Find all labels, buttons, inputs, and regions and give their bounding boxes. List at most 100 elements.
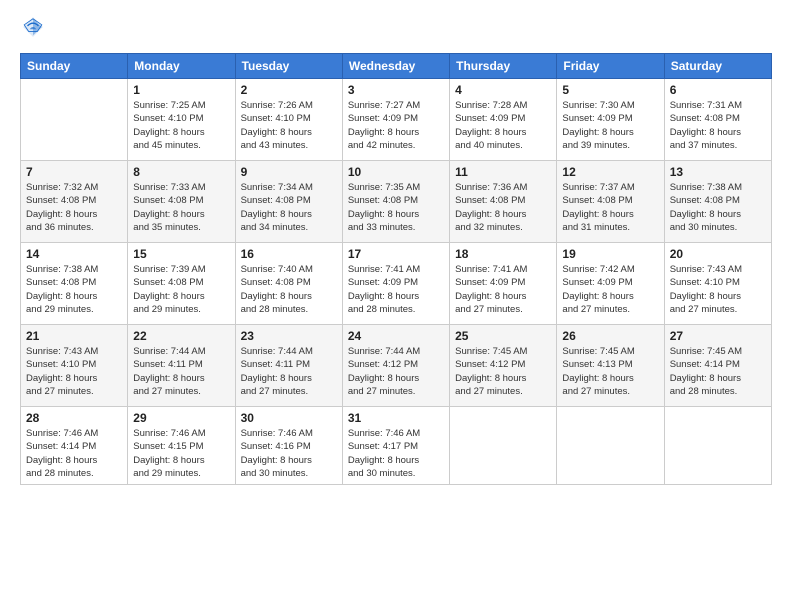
column-header-friday: Friday — [557, 54, 664, 79]
day-info: Sunrise: 7:32 AM Sunset: 4:08 PM Dayligh… — [26, 181, 122, 234]
calendar-cell: 7 Sunrise: 7:32 AM Sunset: 4:08 PM Daylig… — [21, 161, 128, 243]
calendar-cell — [21, 79, 128, 161]
day-info: Sunrise: 7:45 AM Sunset: 4:12 PM Dayligh… — [455, 345, 551, 398]
day-number: 1 — [133, 83, 229, 97]
day-info: Sunrise: 7:27 AM Sunset: 4:09 PM Dayligh… — [348, 99, 444, 152]
day-number: 7 — [26, 165, 122, 179]
calendar-cell: 27 Sunrise: 7:45 AM Sunset: 4:14 PM Dayli… — [664, 325, 771, 407]
day-number: 24 — [348, 329, 444, 343]
day-info: Sunrise: 7:33 AM Sunset: 4:08 PM Dayligh… — [133, 181, 229, 234]
day-info: Sunrise: 7:40 AM Sunset: 4:08 PM Dayligh… — [241, 263, 337, 316]
day-number: 26 — [562, 329, 658, 343]
day-info: Sunrise: 7:31 AM Sunset: 4:08 PM Dayligh… — [670, 99, 766, 152]
calendar-cell: 9 Sunrise: 7:34 AM Sunset: 4:08 PM Daylig… — [235, 161, 342, 243]
calendar-cell: 10 Sunrise: 7:35 AM Sunset: 4:08 PM Dayli… — [342, 161, 449, 243]
day-info: Sunrise: 7:43 AM Sunset: 4:10 PM Dayligh… — [670, 263, 766, 316]
day-number: 22 — [133, 329, 229, 343]
calendar-cell: 31 Sunrise: 7:46 AM Sunset: 4:17 PM Dayli… — [342, 407, 449, 485]
day-number: 15 — [133, 247, 229, 261]
calendar-cell: 6 Sunrise: 7:31 AM Sunset: 4:08 PM Daylig… — [664, 79, 771, 161]
page-header — [20, 16, 772, 43]
calendar-cell: 13 Sunrise: 7:38 AM Sunset: 4:08 PM Dayli… — [664, 161, 771, 243]
day-number: 11 — [455, 165, 551, 179]
day-number: 28 — [26, 411, 122, 425]
column-header-wednesday: Wednesday — [342, 54, 449, 79]
day-info: Sunrise: 7:39 AM Sunset: 4:08 PM Dayligh… — [133, 263, 229, 316]
calendar-cell: 22 Sunrise: 7:44 AM Sunset: 4:11 PM Dayli… — [128, 325, 235, 407]
day-info: Sunrise: 7:44 AM Sunset: 4:11 PM Dayligh… — [241, 345, 337, 398]
calendar-cell: 3 Sunrise: 7:27 AM Sunset: 4:09 PM Daylig… — [342, 79, 449, 161]
day-number: 13 — [670, 165, 766, 179]
day-info: Sunrise: 7:38 AM Sunset: 4:08 PM Dayligh… — [26, 263, 122, 316]
day-number: 6 — [670, 83, 766, 97]
calendar-cell: 28 Sunrise: 7:46 AM Sunset: 4:14 PM Dayli… — [21, 407, 128, 485]
day-number: 19 — [562, 247, 658, 261]
day-info: Sunrise: 7:35 AM Sunset: 4:08 PM Dayligh… — [348, 181, 444, 234]
calendar-table: SundayMondayTuesdayWednesdayThursdayFrid… — [20, 53, 772, 485]
logo-icon — [22, 16, 44, 38]
day-info: Sunrise: 7:30 AM Sunset: 4:09 PM Dayligh… — [562, 99, 658, 152]
calendar-cell: 17 Sunrise: 7:41 AM Sunset: 4:09 PM Dayli… — [342, 243, 449, 325]
day-info: Sunrise: 7:43 AM Sunset: 4:10 PM Dayligh… — [26, 345, 122, 398]
day-info: Sunrise: 7:46 AM Sunset: 4:17 PM Dayligh… — [348, 427, 444, 480]
day-number: 10 — [348, 165, 444, 179]
day-number: 2 — [241, 83, 337, 97]
day-number: 5 — [562, 83, 658, 97]
day-number: 25 — [455, 329, 551, 343]
day-info: Sunrise: 7:36 AM Sunset: 4:08 PM Dayligh… — [455, 181, 551, 234]
day-number: 9 — [241, 165, 337, 179]
calendar-cell: 26 Sunrise: 7:45 AM Sunset: 4:13 PM Dayli… — [557, 325, 664, 407]
column-header-tuesday: Tuesday — [235, 54, 342, 79]
day-number: 18 — [455, 247, 551, 261]
day-number: 23 — [241, 329, 337, 343]
calendar-cell: 14 Sunrise: 7:38 AM Sunset: 4:08 PM Dayli… — [21, 243, 128, 325]
calendar-cell: 8 Sunrise: 7:33 AM Sunset: 4:08 PM Daylig… — [128, 161, 235, 243]
calendar-cell: 23 Sunrise: 7:44 AM Sunset: 4:11 PM Dayli… — [235, 325, 342, 407]
day-number: 29 — [133, 411, 229, 425]
calendar-cell: 2 Sunrise: 7:26 AM Sunset: 4:10 PM Daylig… — [235, 79, 342, 161]
day-info: Sunrise: 7:28 AM Sunset: 4:09 PM Dayligh… — [455, 99, 551, 152]
day-info: Sunrise: 7:42 AM Sunset: 4:09 PM Dayligh… — [562, 263, 658, 316]
calendar-cell: 16 Sunrise: 7:40 AM Sunset: 4:08 PM Dayli… — [235, 243, 342, 325]
day-number: 8 — [133, 165, 229, 179]
day-number: 31 — [348, 411, 444, 425]
calendar-cell: 15 Sunrise: 7:39 AM Sunset: 4:08 PM Dayli… — [128, 243, 235, 325]
calendar-cell: 4Sunrise: 7:28 AM Sunset: 4:09 PM Daylig… — [450, 79, 557, 161]
calendar-cell: 18 Sunrise: 7:41 AM Sunset: 4:09 PM Dayli… — [450, 243, 557, 325]
day-info: Sunrise: 7:37 AM Sunset: 4:08 PM Dayligh… — [562, 181, 658, 234]
column-header-monday: Monday — [128, 54, 235, 79]
day-info: Sunrise: 7:44 AM Sunset: 4:12 PM Dayligh… — [348, 345, 444, 398]
day-number: 3 — [348, 83, 444, 97]
column-header-thursday: Thursday — [450, 54, 557, 79]
day-number: 20 — [670, 247, 766, 261]
column-header-saturday: Saturday — [664, 54, 771, 79]
day-number: 27 — [670, 329, 766, 343]
day-number: 17 — [348, 247, 444, 261]
day-info: Sunrise: 7:41 AM Sunset: 4:09 PM Dayligh… — [455, 263, 551, 316]
day-info: Sunrise: 7:44 AM Sunset: 4:11 PM Dayligh… — [133, 345, 229, 398]
day-info: Sunrise: 7:46 AM Sunset: 4:15 PM Dayligh… — [133, 427, 229, 480]
column-header-sunday: Sunday — [21, 54, 128, 79]
calendar-cell: 5 Sunrise: 7:30 AM Sunset: 4:09 PM Daylig… — [557, 79, 664, 161]
calendar-cell: 21 Sunrise: 7:43 AM Sunset: 4:10 PM Dayli… — [21, 325, 128, 407]
day-info: Sunrise: 7:38 AM Sunset: 4:08 PM Dayligh… — [670, 181, 766, 234]
day-number: 21 — [26, 329, 122, 343]
logo — [20, 16, 44, 43]
calendar-cell — [664, 407, 771, 485]
day-number: 16 — [241, 247, 337, 261]
day-number: 14 — [26, 247, 122, 261]
day-info: Sunrise: 7:26 AM Sunset: 4:10 PM Dayligh… — [241, 99, 337, 152]
calendar-cell: 12Sunrise: 7:37 AM Sunset: 4:08 PM Dayli… — [557, 161, 664, 243]
day-info: Sunrise: 7:46 AM Sunset: 4:14 PM Dayligh… — [26, 427, 122, 480]
calendar-cell: 25 Sunrise: 7:45 AM Sunset: 4:12 PM Dayli… — [450, 325, 557, 407]
day-info: Sunrise: 7:45 AM Sunset: 4:13 PM Dayligh… — [562, 345, 658, 398]
calendar-cell: 1 Sunrise: 7:25 AM Sunset: 4:10 PM Daylig… — [128, 79, 235, 161]
calendar-cell: 20 Sunrise: 7:43 AM Sunset: 4:10 PM Dayli… — [664, 243, 771, 325]
day-number: 30 — [241, 411, 337, 425]
calendar-cell — [557, 407, 664, 485]
day-info: Sunrise: 7:34 AM Sunset: 4:08 PM Dayligh… — [241, 181, 337, 234]
day-info: Sunrise: 7:25 AM Sunset: 4:10 PM Dayligh… — [133, 99, 229, 152]
day-info: Sunrise: 7:41 AM Sunset: 4:09 PM Dayligh… — [348, 263, 444, 316]
day-info: Sunrise: 7:45 AM Sunset: 4:14 PM Dayligh… — [670, 345, 766, 398]
calendar-cell: 30Sunrise: 7:46 AM Sunset: 4:16 PM Dayli… — [235, 407, 342, 485]
